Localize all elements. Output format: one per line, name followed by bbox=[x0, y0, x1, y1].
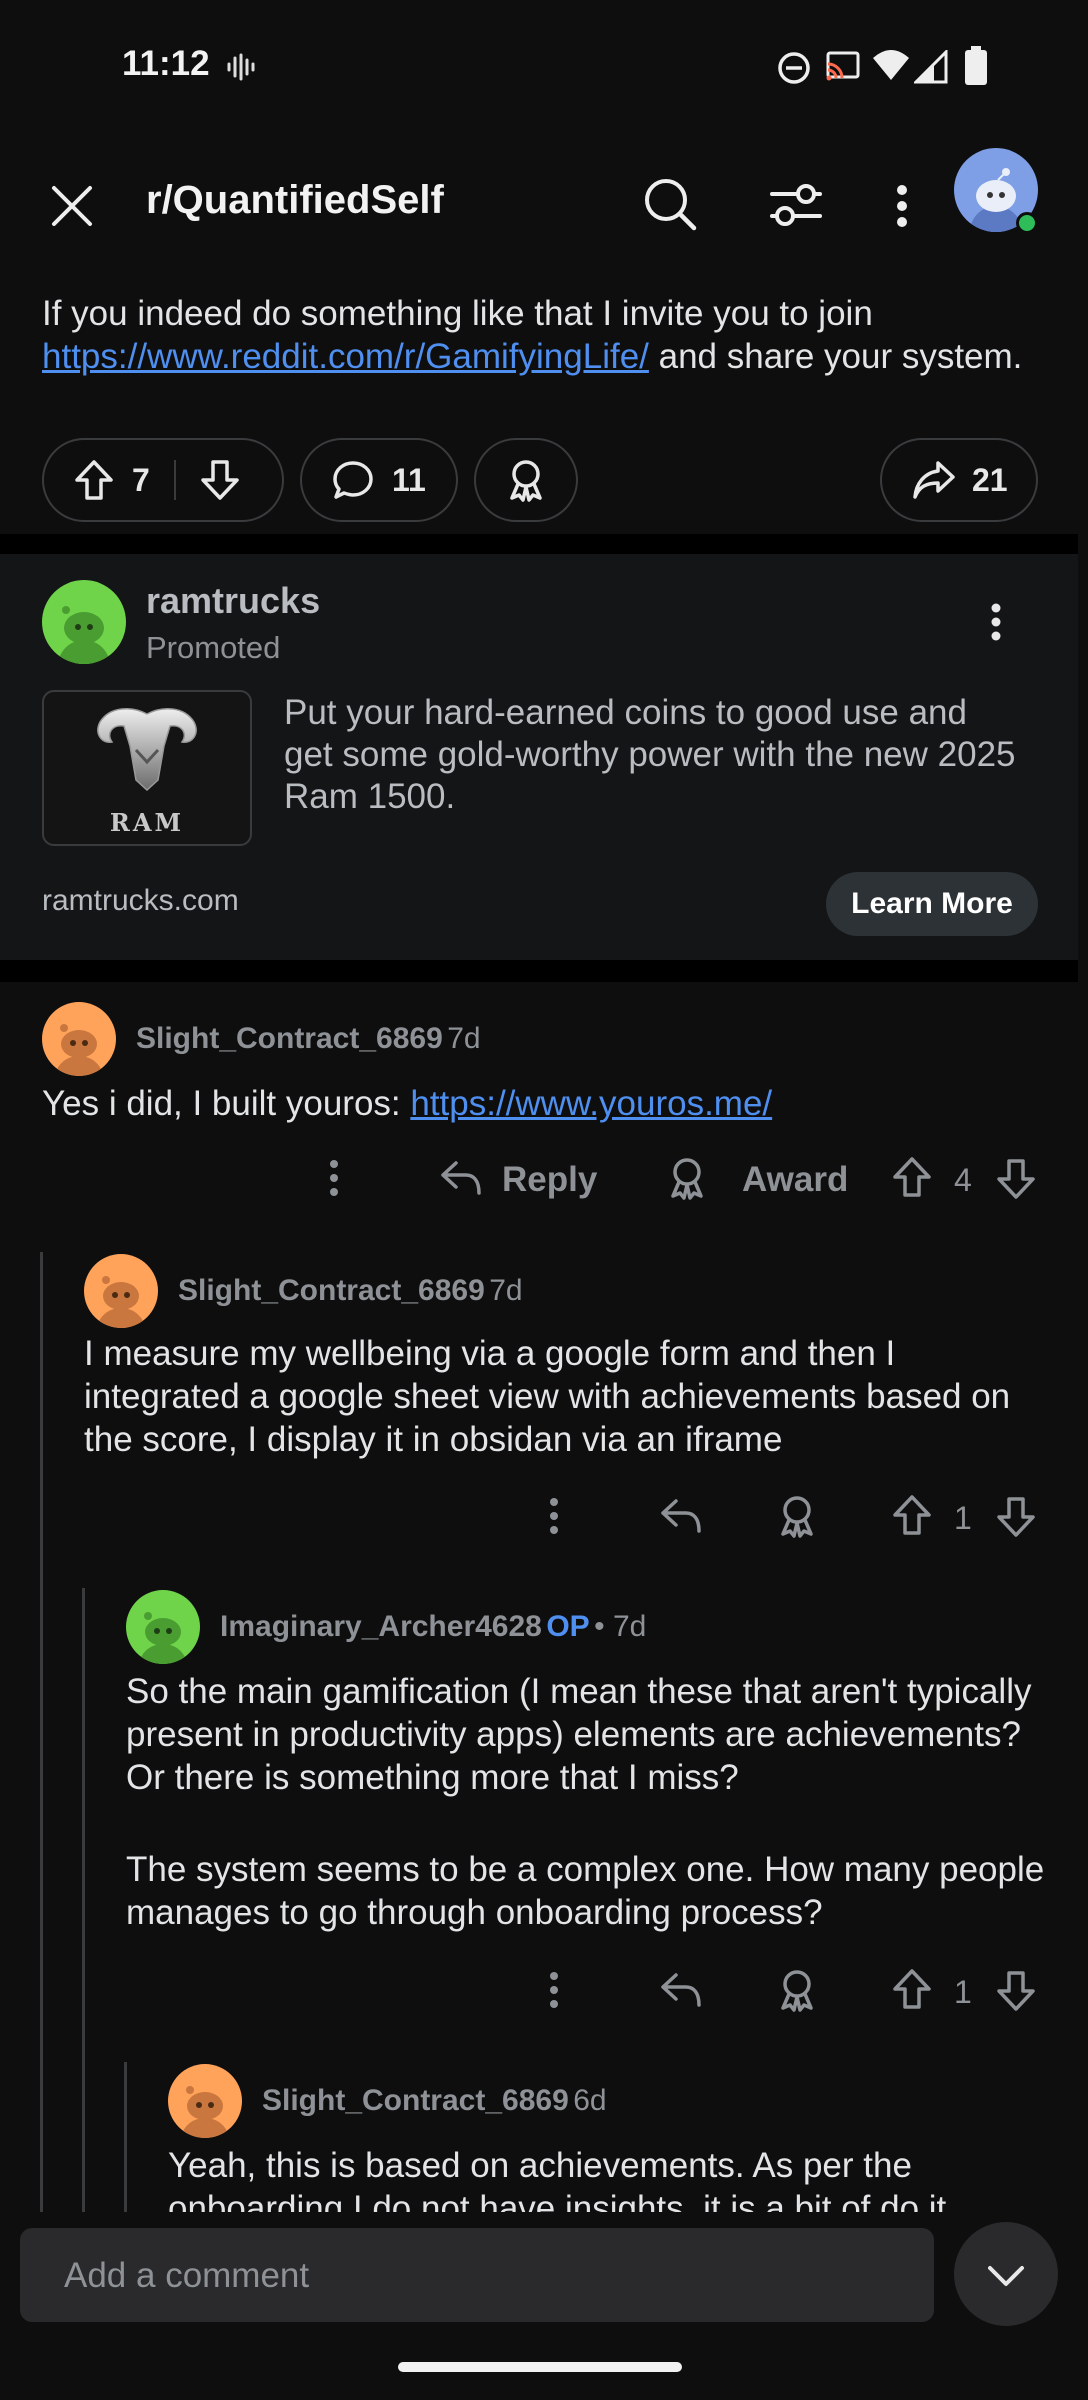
share-icon bbox=[912, 460, 956, 500]
post-body: If you indeed do something like that I i… bbox=[42, 292, 1052, 378]
comment-body: Yes i did, I built youros: https://www.y… bbox=[42, 1082, 1042, 1125]
downvote-icon[interactable] bbox=[200, 459, 240, 501]
comment-username[interactable]: Slight_Contract_6869 bbox=[136, 1022, 443, 1055]
award-icon[interactable] bbox=[776, 1494, 818, 1538]
cast-icon bbox=[824, 50, 862, 84]
comment-body-clip: Yeah, this is based on achievements. As … bbox=[168, 2144, 1048, 2212]
award-icon[interactable] bbox=[666, 1156, 708, 1200]
home-indicator[interactable] bbox=[398, 2362, 682, 2372]
vote-divider bbox=[173, 460, 176, 500]
reply-icon[interactable] bbox=[660, 1498, 702, 1534]
award-button[interactable]: Award bbox=[742, 1160, 848, 1200]
comment-vote-count: 1 bbox=[954, 1500, 972, 1536]
award-button[interactable] bbox=[474, 438, 578, 522]
thread-line[interactable] bbox=[40, 1252, 43, 2212]
signal-icon bbox=[914, 50, 948, 84]
downvote-icon[interactable] bbox=[996, 1158, 1036, 1200]
add-comment-placeholder: Add a comment bbox=[64, 2256, 310, 2295]
share-button[interactable]: 21 bbox=[880, 438, 1038, 522]
comment-more-icon[interactable] bbox=[546, 1970, 562, 2010]
ad-thumbnail[interactable]: RAM bbox=[42, 690, 252, 846]
battery-icon bbox=[964, 46, 988, 86]
search-icon[interactable] bbox=[642, 176, 698, 232]
upvote-icon[interactable] bbox=[74, 459, 114, 501]
reply-button[interactable]: Reply bbox=[502, 1160, 597, 1200]
post-text-before: If you indeed do something like that I i… bbox=[42, 294, 873, 333]
ad-body-text: Put your hard-earned coins to good use a… bbox=[284, 693, 1016, 816]
reply-icon[interactable] bbox=[660, 1972, 702, 2008]
post-upvote-count: 7 bbox=[132, 461, 150, 498]
comment-meta: Slight_Contract_6869 7d bbox=[136, 1022, 481, 1056]
downvote-icon[interactable] bbox=[996, 1496, 1036, 1538]
upvote-icon[interactable] bbox=[892, 1968, 932, 2010]
subreddit-title[interactable]: r/QuantifiedSelf bbox=[146, 178, 444, 223]
award-icon[interactable] bbox=[776, 1968, 818, 2012]
comment-body: The system seems to be a complex one. Ho… bbox=[126, 1850, 1045, 1932]
upvote-icon[interactable] bbox=[892, 1494, 932, 1536]
commenter-avatar[interactable] bbox=[126, 1590, 200, 1664]
commenter-avatar[interactable] bbox=[84, 1254, 158, 1328]
chevron-down-icon bbox=[988, 2266, 1024, 2286]
comment-body: Yeah, this is based on achievements. As … bbox=[168, 2146, 947, 2212]
comment-age: 7d bbox=[447, 1022, 481, 1055]
comment-username[interactable]: Slight_Contract_6869 bbox=[262, 2084, 569, 2117]
learn-more-button[interactable]: Learn More bbox=[826, 872, 1038, 936]
comment-vote-count: 4 bbox=[954, 1162, 972, 1198]
promoted-label: Promoted bbox=[146, 630, 281, 665]
post-share-count: 21 bbox=[972, 461, 1008, 498]
comment-age: • 7d bbox=[594, 1610, 647, 1643]
post-text-after: and share your system. bbox=[648, 337, 1023, 376]
comments-button[interactable]: 11 bbox=[300, 438, 458, 522]
comment-more-icon[interactable] bbox=[546, 1496, 562, 1536]
more-options-icon[interactable] bbox=[892, 182, 912, 230]
online-status-dot bbox=[1016, 212, 1038, 234]
section-divider bbox=[0, 534, 1078, 554]
thread-line[interactable] bbox=[82, 1588, 85, 2212]
downvote-icon[interactable] bbox=[996, 1970, 1036, 2012]
filter-icon[interactable] bbox=[768, 180, 824, 230]
comment-text: Yes i did, I built youros: bbox=[42, 1084, 411, 1123]
post-comment-count: 11 bbox=[392, 461, 426, 498]
comment-vote-count: 1 bbox=[954, 1974, 972, 2010]
wifi-icon bbox=[872, 48, 910, 82]
comment-username[interactable]: Imaginary_Archer4628 bbox=[220, 1610, 542, 1643]
comment-more-icon[interactable] bbox=[326, 1158, 342, 1198]
ad-logo-text: RAM bbox=[109, 808, 185, 837]
commenter-avatar[interactable] bbox=[42, 1002, 116, 1076]
commenter-avatar[interactable] bbox=[168, 2064, 242, 2138]
op-badge: OP bbox=[546, 1610, 590, 1643]
reply-icon[interactable] bbox=[440, 1160, 482, 1196]
section-divider bbox=[0, 960, 1078, 982]
comment-body: So the main gamification (I mean these t… bbox=[126, 1672, 1032, 1797]
thread-line[interactable] bbox=[124, 2062, 127, 2212]
comment-age: 7d bbox=[489, 1274, 523, 1307]
ad-domain[interactable]: ramtrucks.com bbox=[42, 884, 239, 918]
upvote-icon[interactable] bbox=[892, 1156, 932, 1198]
award-icon bbox=[505, 458, 547, 502]
close-icon[interactable] bbox=[48, 182, 96, 230]
ad-more-icon[interactable] bbox=[986, 600, 1006, 644]
advertiser-avatar bbox=[42, 580, 126, 664]
comment-meta: Imaginary_Archer4628 OP • 7d bbox=[220, 1610, 646, 1644]
comment-body: I measure my wellbeing via a google form… bbox=[84, 1334, 1011, 1459]
collapse-button[interactable] bbox=[954, 2222, 1058, 2326]
comment-meta: Slight_Contract_6869 7d bbox=[178, 1274, 523, 1308]
vote-pill: 7 bbox=[42, 438, 284, 522]
comment-icon bbox=[332, 460, 374, 500]
post-link[interactable]: https://www.reddit.com/r/GamifyingLife/ bbox=[42, 337, 649, 376]
audio-wave-icon bbox=[226, 52, 256, 82]
dnd-icon bbox=[776, 50, 812, 86]
comment-age: 6d bbox=[573, 2084, 607, 2117]
status-time: 11:12 bbox=[122, 44, 210, 83]
advertiser-name[interactable]: ramtrucks bbox=[146, 580, 320, 622]
comment-username[interactable]: Slight_Contract_6869 bbox=[178, 1274, 485, 1307]
comment-link[interactable]: https://www.youros.me/ bbox=[410, 1084, 772, 1123]
comment-meta: Slight_Contract_6869 6d bbox=[262, 2084, 607, 2118]
